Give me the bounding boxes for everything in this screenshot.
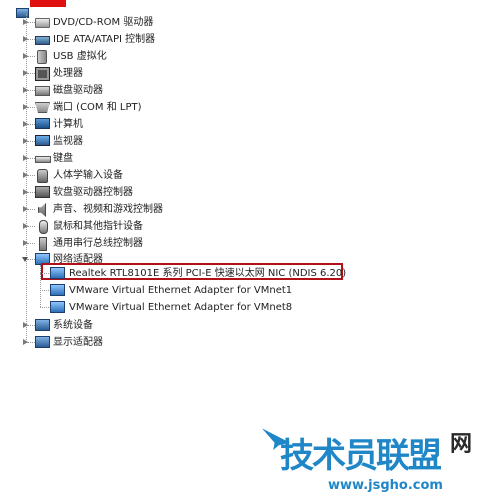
watermark: 技术员联盟 网 www.jsgho.com [250,418,500,498]
watermark-net: 网 [450,432,473,457]
collapse-arrow-icon[interactable] [22,257,28,262]
category-label: 计算机 [53,119,83,130]
category-ide-ata-atapi[interactable]: IDE ATA/ATAPI 控制器 [0,31,480,48]
keyboard-icon [35,156,51,163]
category-label: 软盘驱动器控制器 [53,187,133,198]
dvd-drive-icon [35,18,50,28]
category-system-devices[interactable]: 系统设备 [0,317,480,334]
expand-arrow-icon[interactable] [23,172,28,178]
category-label: 磁盘驱动器 [53,85,103,96]
category-computer[interactable]: 计算机 [0,116,480,133]
processor-icon [35,67,50,81]
device-label: Realtek RTL8101E 系列 PCI-E 快速以太网 NIC (NDI… [69,268,347,279]
category-sound-video-game[interactable]: 声音、视频和游戏控制器 [0,201,480,218]
expand-arrow-icon[interactable] [23,240,28,246]
ide-controller-icon [35,36,50,45]
expand-arrow-icon[interactable] [23,53,28,59]
category-processors[interactable]: 处理器 [0,65,480,82]
category-keyboards[interactable]: 键盘 [0,150,480,167]
category-label: 键盘 [53,153,73,164]
network-adapter-realtek[interactable]: Realtek RTL8101E 系列 PCI-E 快速以太网 NIC (NDI… [0,265,480,282]
expand-arrow-icon[interactable] [23,70,28,76]
device-tree: DVD/CD-ROM 驱动器 IDE ATA/ATAPI 控制器 USB 虚拟化… [0,0,500,360]
expand-arrow-icon[interactable] [23,322,28,328]
category-label: 声音、视频和游戏控制器 [53,204,163,215]
category-floppy-controllers[interactable]: 软盘驱动器控制器 [0,184,480,201]
floppy-controller-icon [35,186,50,198]
usb-controller-icon [39,237,47,251]
category-label: DVD/CD-ROM 驱动器 [53,17,154,28]
category-label: 显示适配器 [53,337,103,348]
category-label: 监视器 [53,136,83,147]
category-label: USB 虚拟化 [53,51,107,62]
expand-arrow-icon[interactable] [23,19,28,25]
category-dvd-cdrom[interactable]: DVD/CD-ROM 驱动器 [0,14,480,31]
expand-arrow-icon[interactable] [23,189,28,195]
watermark-url: www.jsgho.com [328,478,443,493]
device-label: VMware Virtual Ethernet Adapter for VMne… [69,285,293,296]
expand-arrow-icon[interactable] [23,155,28,161]
network-adapter-vmnet8[interactable]: VMware Virtual Ethernet Adapter for VMne… [0,299,480,316]
device-label: VMware Virtual Ethernet Adapter for VMne… [69,302,293,313]
display-adapter-icon [35,336,50,348]
category-label: IDE ATA/ATAPI 控制器 [53,34,156,45]
sound-icon [38,203,46,217]
expand-arrow-icon[interactable] [23,223,28,229]
computer-icon [35,118,50,129]
expand-arrow-icon[interactable] [23,36,28,42]
expand-arrow-icon[interactable] [23,339,28,345]
category-label: 系统设备 [53,320,93,331]
monitor-icon [35,135,50,146]
watermark-title: 技术员联盟 [280,436,442,476]
usb-icon [37,50,47,64]
category-label: 人体学输入设备 [53,170,123,181]
network-card-icon [50,284,65,296]
expand-arrow-icon[interactable] [23,87,28,93]
network-card-icon [50,301,65,313]
category-usb-virtualization[interactable]: USB 虚拟化 [0,48,480,65]
category-ports[interactable]: 端口 (COM 和 LPT) [0,99,480,116]
expand-arrow-icon[interactable] [23,104,28,110]
category-mice[interactable]: 鼠标和其他指针设备 [0,218,480,235]
category-usb-controllers[interactable]: 通用串行总线控制器 [0,235,480,252]
hid-icon [37,169,48,183]
category-label: 通用串行总线控制器 [53,238,143,249]
mouse-icon [39,220,48,234]
category-hid[interactable]: 人体学输入设备 [0,167,480,184]
category-display-adapters[interactable]: 显示适配器 [0,334,480,351]
network-adapter-vmnet1[interactable]: VMware Virtual Ethernet Adapter for VMne… [0,282,480,299]
category-disk-drives[interactable]: 磁盘驱动器 [0,82,480,99]
category-label: 鼠标和其他指针设备 [53,221,143,232]
category-label: 处理器 [53,68,83,79]
expand-arrow-icon[interactable] [23,206,28,212]
network-card-icon [50,267,65,279]
category-monitors[interactable]: 监视器 [0,133,480,150]
disk-drive-icon [35,86,50,96]
port-icon [35,102,50,113]
system-device-icon [35,319,50,331]
expand-arrow-icon[interactable] [23,138,28,144]
category-label: 端口 (COM 和 LPT) [53,102,142,113]
expand-arrow-icon[interactable] [23,121,28,127]
